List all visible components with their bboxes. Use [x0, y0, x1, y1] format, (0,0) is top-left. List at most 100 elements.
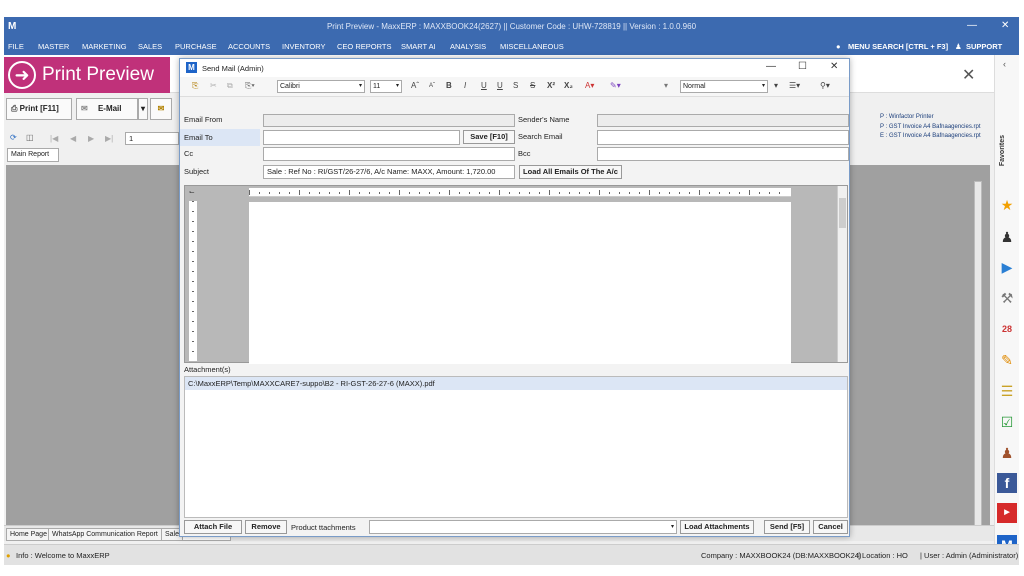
mail-body-editor[interactable]: ⌙	[184, 185, 848, 364]
last-page-icon[interactable]: ▶|	[105, 134, 113, 143]
tools-icon[interactable]: ⚒	[997, 288, 1017, 308]
senders-name-field[interactable]	[597, 114, 849, 127]
facebook-icon[interactable]: f	[997, 473, 1017, 493]
close-preview-icon[interactable]: ✕	[962, 65, 975, 85]
star-icon[interactable]: ★	[997, 195, 1017, 215]
prev-page-icon[interactable]: ◀	[70, 134, 76, 143]
paste-special-icon[interactable]: ⎘▾	[245, 81, 255, 91]
style-select[interactable]: Normal ▾	[680, 80, 768, 93]
email-to-input[interactable]	[263, 130, 460, 145]
superscript-icon[interactable]: X²	[547, 81, 555, 90]
menu-accounts[interactable]: ACCOUNTS	[228, 42, 270, 51]
send-button[interactable]: Send [F5]	[764, 520, 810, 534]
ruler-tick	[409, 192, 410, 194]
export-icon[interactable]: ◫	[26, 133, 34, 142]
play-icon[interactable]: ▶	[997, 257, 1017, 277]
style-dropdown-icon[interactable]: ▾	[774, 81, 778, 90]
menu-smart-ai[interactable]: SMART AI	[401, 42, 436, 51]
double-strikethrough-icon[interactable]: S	[530, 81, 535, 90]
calendar-icon[interactable]: 28	[997, 319, 1017, 339]
attach-file-button[interactable]: Attach File	[184, 520, 242, 534]
ruler-tick	[399, 190, 400, 195]
menu-ceo-reports[interactable]: CEO REPORTS	[337, 42, 391, 51]
editor-scroll-thumb[interactable]	[839, 198, 846, 228]
menu-marketing[interactable]: MARKETING	[82, 42, 127, 51]
subject-input[interactable]: Sale : Ref No : RI/GST/26-27/6, A/c Name…	[263, 165, 515, 179]
remove-button[interactable]: Remove	[245, 520, 287, 534]
subscript-icon[interactable]: X₂	[564, 81, 573, 90]
mail-body-page[interactable]	[249, 202, 791, 364]
email-button[interactable]: ✉ E-Mail	[76, 98, 138, 120]
italic-icon[interactable]: I	[464, 81, 466, 90]
product-attachments-select[interactable]: ▾	[369, 520, 677, 534]
font-name-select[interactable]: Calibri ▾	[277, 80, 365, 93]
cancel-button[interactable]: Cancel	[813, 520, 848, 534]
main-report-tab[interactable]: Main Report	[7, 148, 59, 162]
ruler-tick	[529, 192, 530, 194]
sms-icon[interactable]: ✉	[150, 98, 172, 120]
notepad-icon[interactable]: ☰	[997, 381, 1017, 401]
font-color-icon[interactable]: A▾	[585, 81, 594, 90]
dialog-close-icon[interactable]: ✕	[830, 61, 838, 72]
double-underline-icon[interactable]: U	[497, 81, 503, 90]
strikethrough-icon[interactable]: S	[513, 81, 518, 90]
report-scrollbar[interactable]	[974, 181, 982, 531]
refresh-icon[interactable]: ⟳	[10, 133, 17, 142]
collapse-chevron-icon[interactable]: ‹	[1003, 59, 1006, 69]
dialog-minimize-icon[interactable]: —	[766, 61, 776, 72]
find-icon[interactable]: ⚲▾	[820, 81, 830, 90]
email-from-field[interactable]	[263, 114, 515, 127]
ruler-tick	[259, 192, 260, 194]
grow-font-icon[interactable]: Aˆ	[411, 81, 419, 90]
menu-miscellaneous[interactable]: MISCELLANEOUS	[500, 42, 564, 51]
ruler-tick	[192, 271, 194, 272]
menu-analysis[interactable]: ANALYSIS	[450, 42, 486, 51]
font-size-select[interactable]: 11 ▾	[370, 80, 402, 93]
cc-input[interactable]	[263, 147, 515, 161]
load-all-emails-button[interactable]: Load All Emails Of The A/c	[519, 165, 622, 179]
search-email-label: Search Email	[518, 132, 563, 141]
menu-purchase[interactable]: PURCHASE	[175, 42, 217, 51]
bcc-input[interactable]	[597, 147, 849, 161]
search-email-input[interactable]	[597, 130, 849, 145]
cut-icon[interactable]: ✂	[210, 81, 217, 90]
email-dropdown-button[interactable]: ▾	[138, 98, 148, 120]
page-number-input[interactable]: 1	[125, 132, 179, 145]
menu-search-button[interactable]: MENU SEARCH [CTRL + F3]	[848, 42, 948, 51]
envelope-icon: ✉	[81, 104, 88, 113]
menu-inventory[interactable]: INVENTORY	[282, 42, 325, 51]
editor-scrollbar[interactable]	[837, 186, 847, 362]
horizontal-ruler[interactable]	[249, 188, 791, 197]
mail-app-icon: M	[186, 62, 197, 73]
print-button[interactable]: ⎙ Print [F11]	[6, 98, 72, 120]
vertical-ruler[interactable]	[189, 201, 197, 361]
dialog-maximize-icon[interactable]: ☐	[798, 61, 807, 72]
list-item[interactable]: C:\MaxxERP\Temp\MAXXCARE7-suppo\B2 - RI-…	[185, 377, 847, 390]
attachments-list[interactable]: C:\MaxxERP\Temp\MAXXCARE7-suppo\B2 - RI-…	[184, 376, 848, 518]
minimize-icon[interactable]: —	[967, 20, 977, 31]
highlight-icon[interactable]: ✎▾	[610, 81, 621, 90]
tab-whatsapp-report[interactable]: WhatsApp Communication Report	[48, 528, 162, 541]
tab-home-page[interactable]: Home Page	[6, 528, 51, 541]
bold-icon[interactable]: B	[446, 81, 452, 90]
user-icon[interactable]: ♟	[997, 227, 1017, 247]
more-options-icon[interactable]: ▾	[664, 81, 668, 90]
support-button[interactable]: SUPPORT	[966, 42, 1002, 51]
menu-file[interactable]: FILE	[8, 42, 24, 51]
menu-master[interactable]: MASTER	[38, 42, 69, 51]
load-attachments-button[interactable]: Load Attachments	[680, 520, 754, 534]
contacts-icon[interactable]: ♟	[997, 443, 1017, 463]
next-page-icon[interactable]: ▶	[88, 134, 94, 143]
paste-icon[interactable]: ⎘	[192, 81, 198, 91]
youtube-icon[interactable]: ▶	[997, 503, 1017, 523]
clipboard-icon[interactable]: ☑	[997, 412, 1017, 432]
broom-icon[interactable]: ✎	[997, 350, 1017, 370]
first-page-icon[interactable]: |◀	[50, 134, 58, 143]
copy-icon[interactable]: ⧉	[227, 81, 233, 91]
close-window-icon[interactable]: ✕	[1001, 20, 1009, 31]
underline-icon[interactable]: U	[481, 81, 487, 90]
save-button[interactable]: Save [F10]	[463, 130, 515, 144]
menu-sales[interactable]: SALES	[138, 42, 162, 51]
shrink-font-icon[interactable]: Aˇ	[429, 83, 435, 89]
bullet-list-icon[interactable]: ☰▾	[789, 81, 800, 90]
